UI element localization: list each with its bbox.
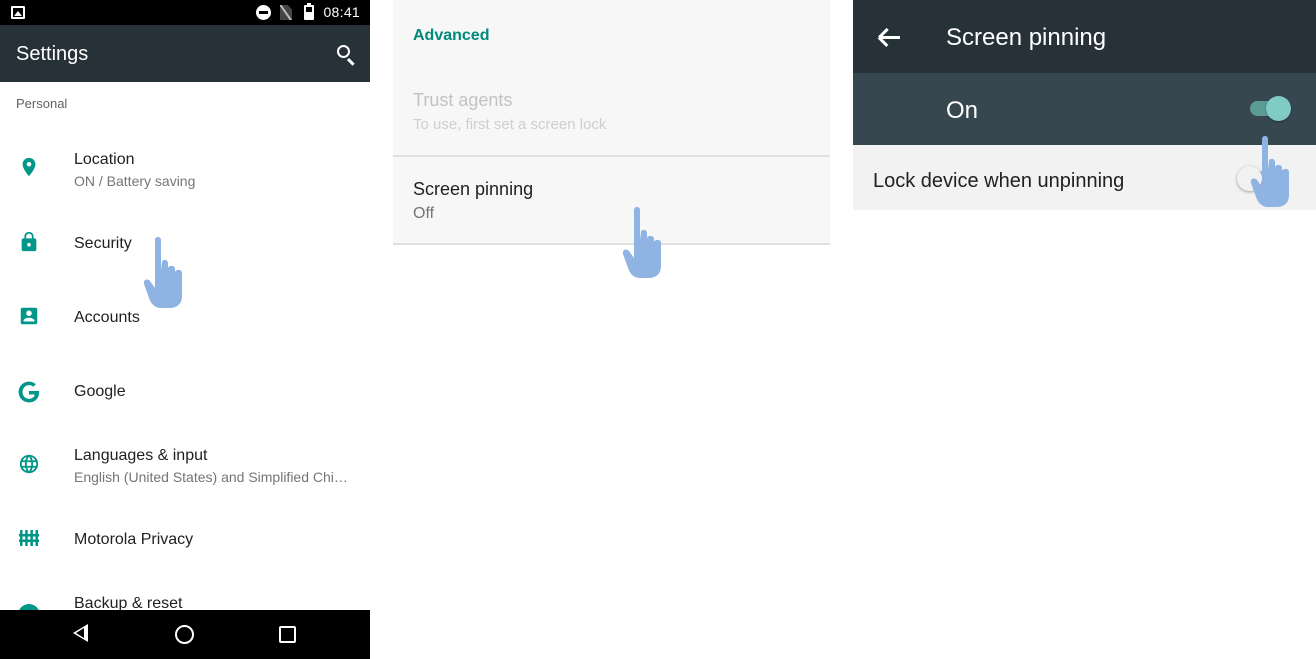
settings-item-label: Languages & input (74, 447, 208, 464)
status-bar: 08:41 (0, 0, 370, 25)
settings-item-google[interactable]: Google (0, 356, 370, 426)
settings-item-subtitle: ON / Battery saving (74, 173, 196, 189)
master-toggle-thumb[interactable] (1266, 96, 1291, 121)
security-advanced-screen: Advanced Trust agents To use, first set … (393, 0, 830, 245)
settings-item-motorola-privacy[interactable]: Motorola Privacy (0, 504, 370, 574)
trust-agents-subtitle: To use, first set a screen lock (413, 116, 607, 133)
settings-app-bar: Settings (0, 25, 370, 82)
tap-hand-pointer-icon (1248, 133, 1300, 209)
battery-icon (304, 3, 314, 20)
lock-device-label: Lock device when unpinning (873, 170, 1125, 192)
settings-item-label: Location (74, 151, 135, 168)
screen-pinning-screen: Screen pinning On Lock device when unpin… (853, 0, 1316, 210)
divider (393, 155, 830, 157)
lock-icon (21, 231, 37, 252)
globe-icon (19, 454, 39, 474)
page-title: Settings (16, 43, 89, 65)
settings-item-label: Backup & reset (74, 595, 183, 610)
master-switch-bar[interactable] (853, 73, 1316, 145)
account-box-icon (20, 307, 38, 325)
settings-item-languages[interactable]: Languages & input English (United States… (0, 428, 370, 498)
settings-item-backup-reset[interactable]: Backup & reset (0, 578, 370, 610)
recents-square-icon[interactable] (279, 626, 296, 643)
google-g-icon (18, 381, 40, 403)
screen-pinning-label: Screen pinning (413, 179, 534, 199)
settings-item-label: Google (74, 383, 126, 400)
home-circle-icon[interactable] (175, 625, 194, 644)
settings-item-label: Accounts (74, 309, 140, 326)
section-header-advanced: Advanced (413, 27, 490, 44)
page-title: Screen pinning (946, 24, 1107, 51)
trust-agents-label: Trust agents (413, 90, 513, 110)
search-icon[interactable] (337, 45, 350, 58)
settings-item-label: Security (74, 235, 132, 252)
screen-pinning-subtitle: Off (413, 205, 435, 222)
privacy-fence-icon (19, 530, 39, 546)
status-time: 08:41 (323, 4, 360, 20)
divider (393, 243, 830, 245)
do-not-disturb-icon (256, 5, 271, 20)
master-switch-label: On (946, 97, 979, 124)
gallery-notification-icon (11, 6, 25, 19)
section-header-personal: Personal (16, 96, 68, 111)
location-pin-icon (22, 157, 36, 177)
settings-item-location[interactable]: Location ON / Battery saving (0, 132, 370, 202)
settings-screen: 08:41 Settings Personal Location ON / Ba… (0, 0, 370, 659)
back-triangle-icon[interactable] (73, 624, 88, 642)
tap-hand-pointer-icon (620, 204, 672, 280)
settings-item-subtitle: English (United States) and Simplified C… (74, 469, 348, 485)
settings-item-label: Motorola Privacy (74, 531, 194, 548)
no-sim-icon (280, 5, 292, 20)
tap-hand-pointer-icon (141, 234, 193, 310)
back-arrow-icon[interactable] (878, 27, 900, 47)
